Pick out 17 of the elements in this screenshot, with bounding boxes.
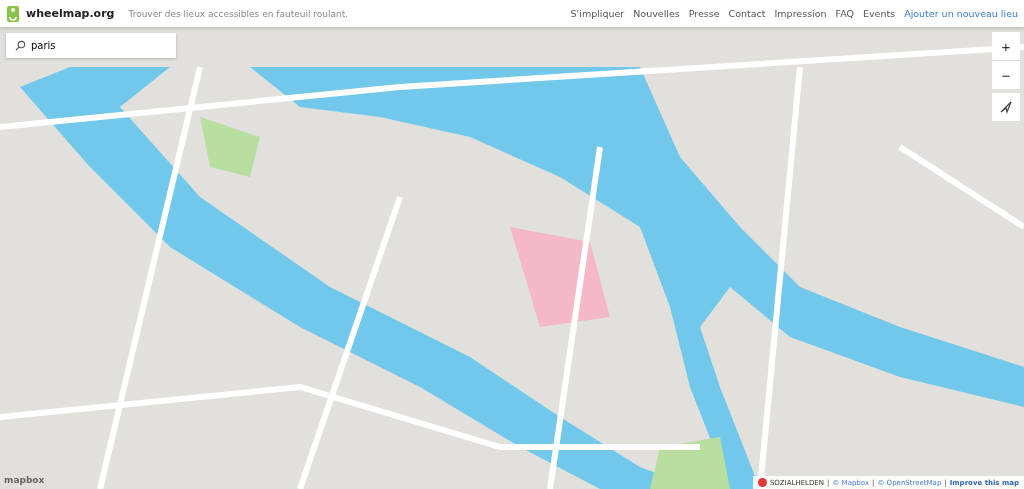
nav-link[interactable]: S'impliquer — [570, 8, 625, 19]
locate-button[interactable] — [992, 93, 1020, 121]
nav-link[interactable]: Nouvelles — [633, 8, 680, 19]
mapbox-logo: mapbox — [4, 475, 45, 485]
nav-link[interactable]: Impression — [774, 8, 827, 19]
nav-link[interactable]: Presse — [688, 8, 720, 19]
zoom-out-button[interactable]: − — [992, 61, 1020, 89]
site-logo[interactable]: wheelmap.org — [26, 7, 115, 20]
nav-link[interactable]: Ajouter un nouveau lieu — [904, 8, 1018, 19]
nav-link[interactable]: FAQ — [835, 8, 854, 19]
nav-link[interactable]: Events — [862, 8, 896, 19]
search-icon — [15, 40, 26, 51]
nav-link[interactable]: Contact — [728, 8, 766, 19]
tagline: Trouver des lieux accessibles en fauteuil roulant. — [128, 8, 349, 19]
navigation-arrow-icon — [999, 100, 1013, 114]
search-field[interactable]: paris — [6, 33, 176, 58]
zoom-in-button[interactable]: + — [992, 32, 1020, 60]
